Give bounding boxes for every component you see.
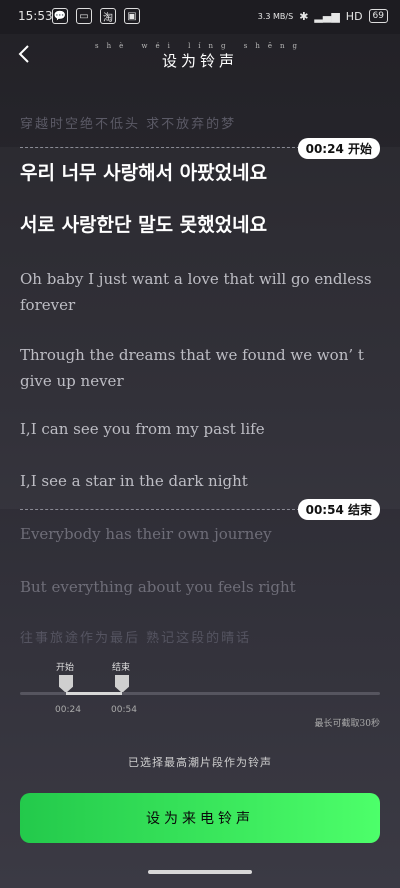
battery-icon: 69 xyxy=(368,9,388,23)
status-bar: 15:53 💬 ▭ 淘 ▣ 3.3 MB/S ✱ ▂▄▆ HD 69 xyxy=(0,0,400,34)
end-handle[interactable] xyxy=(115,675,129,693)
net-speed: 3.3 MB/S xyxy=(257,11,294,21)
lyric-prev: 穿越时空绝不低头 求不放弃的梦 xyxy=(20,117,237,132)
title-text: 设为铃声 xyxy=(161,52,238,70)
start-marker-tag[interactable]: 00:24 开始 xyxy=(297,138,380,159)
bluetooth-icon: ✱ xyxy=(299,9,309,23)
hd-label: HD xyxy=(345,9,363,23)
end-handle-label: 结束 xyxy=(112,663,131,673)
set-ringtone-button[interactable]: 设为来电铃声 xyxy=(20,793,380,843)
trim-selection xyxy=(66,692,122,695)
taobao-icon: 淘 xyxy=(100,8,116,24)
start-handle-label: 开始 xyxy=(56,663,75,673)
end-time: 00:54 xyxy=(111,705,137,715)
lyric-line-6[interactable]: I,I see a star in the dark night xyxy=(20,468,380,494)
status-time: 15:53 xyxy=(18,9,53,23)
header: shè wéi líng shēng 设为铃声 xyxy=(0,34,400,74)
signal-icon: ▂▄▆ xyxy=(314,9,340,23)
end-marker-line xyxy=(20,509,300,510)
lyric-line-3[interactable]: Oh baby I just want a love that will go … xyxy=(20,266,380,318)
app-icon: ▣ xyxy=(124,8,140,24)
start-marker-line xyxy=(20,147,300,148)
start-handle[interactable] xyxy=(59,675,73,693)
notification-icons: 💬 ▭ 淘 ▣ xyxy=(52,8,140,24)
page-title: shè wéi líng shēng 设为铃声 xyxy=(0,42,400,71)
message-icon: ▭ xyxy=(76,8,92,24)
lyric-line-4[interactable]: Through the dreams that we found we won’… xyxy=(20,342,380,394)
gesture-bar[interactable] xyxy=(148,870,252,874)
lyric-line-8[interactable]: But everything about you feels right xyxy=(20,574,380,600)
end-marker-tag[interactable]: 00:54 结束 xyxy=(297,499,380,520)
lyric-line-9: 往事旅途作为最后 熟记这段的晴话 xyxy=(20,631,252,646)
status-right: 3.3 MB/S ✱ ▂▄▆ HD 69 xyxy=(258,9,388,23)
lyric-line-5[interactable]: I,I can see you from my past life xyxy=(20,416,380,442)
selected-range-bg xyxy=(0,147,400,509)
wechat-icon: 💬 xyxy=(52,8,68,24)
lyric-line-1[interactable]: 우리 너무 사랑해서 아팠었네요 xyxy=(20,160,380,186)
title-pinyin: shè wéi líng shēng xyxy=(95,42,305,50)
trim-track[interactable] xyxy=(20,692,380,695)
lyric-line-7[interactable]: Everybody has their own journey xyxy=(20,521,380,547)
start-time: 00:24 xyxy=(55,705,81,715)
selection-hint: 已选择最高潮片段作为铃声 xyxy=(128,756,272,769)
max-length-note: 最长可截取30秒 xyxy=(314,719,380,729)
lyric-line-2[interactable]: 서로 사랑한단 말도 못했었네요 xyxy=(20,212,380,238)
